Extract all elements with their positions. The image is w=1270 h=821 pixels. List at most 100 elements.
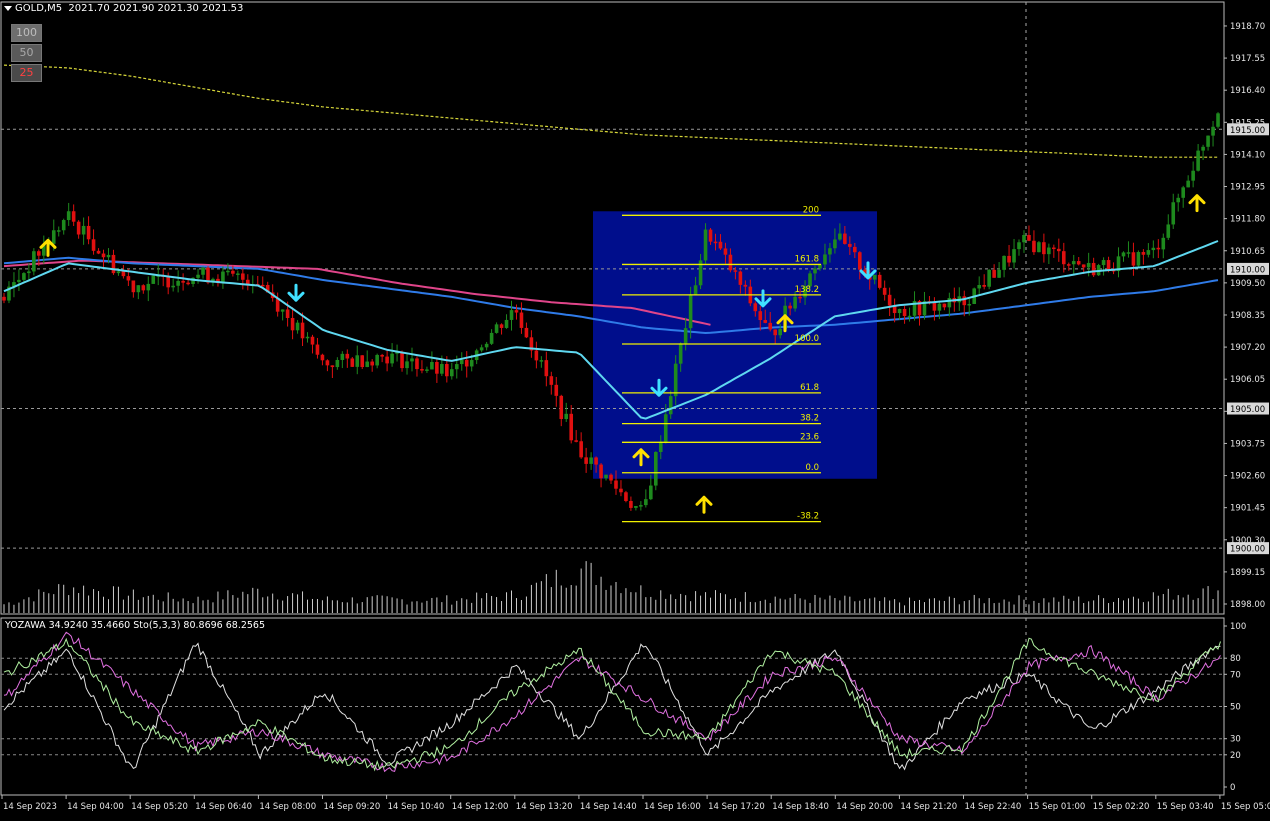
bull-candle	[1037, 242, 1041, 253]
bull-candle	[1101, 260, 1106, 266]
bear-candle	[1091, 262, 1096, 276]
ohlc-values: 2021.70 2021.90 2021.30 2021.53	[68, 3, 244, 14]
bull-candle	[1211, 126, 1215, 136]
bear-candle	[962, 296, 967, 306]
bull-candle	[1171, 202, 1176, 225]
sub-axis-label: 70	[1230, 670, 1241, 680]
fib-level-label: 38.2	[800, 414, 819, 424]
bull-candle	[226, 270, 230, 273]
price-axis-label: 1902.60	[1230, 472, 1265, 482]
bear-candle	[554, 384, 559, 396]
bull-candle	[335, 359, 340, 368]
bear-candle	[619, 488, 623, 493]
zoom-100-button[interactable]: 100	[11, 24, 42, 42]
bull-candle	[116, 271, 121, 274]
bull-candle	[136, 285, 141, 293]
bull-candle	[793, 296, 797, 309]
bull-candle	[639, 505, 643, 507]
time-axis-label: 14 Sep 18:40	[772, 802, 829, 812]
bull-candle	[151, 275, 156, 284]
symbol-timeframe: GOLD,M5	[15, 3, 63, 14]
bear-candle	[345, 353, 350, 359]
bear-candle	[186, 282, 190, 285]
bull-candle	[390, 353, 394, 364]
bear-candle	[360, 355, 365, 368]
bull-candle	[479, 347, 484, 351]
bear-candle	[300, 322, 305, 339]
bear-candle	[629, 501, 633, 508]
bear-candle	[310, 336, 315, 345]
bull-candle	[489, 332, 494, 344]
bull-candle	[663, 414, 668, 442]
bull-candle	[106, 254, 111, 258]
bear-candle	[121, 271, 126, 277]
stoch-signal-line	[3, 631, 1221, 773]
time-axis-label: 14 Sep 20:00	[836, 802, 893, 812]
bear-candle	[982, 285, 986, 287]
time-axis-label: 15 Sep 05:00	[1221, 802, 1270, 812]
bull-candle	[967, 303, 972, 306]
bear-candle	[519, 312, 524, 328]
bear-candle	[325, 360, 330, 366]
sub-axis-label: 20	[1230, 751, 1241, 761]
bear-candle	[758, 311, 763, 321]
time-axis-label: 14 Sep 09:20	[324, 802, 381, 812]
chart-header: GOLD,M5 2021.70 2021.90 2021.30 2021.53	[4, 3, 243, 14]
bear-candle	[1066, 264, 1071, 266]
bull-candle	[1196, 150, 1200, 171]
bear-candle	[549, 376, 554, 385]
chart-svg: 200161.8138.2100.061.838.223.60.0-38.219…	[0, 1, 1270, 812]
bear-candle	[569, 413, 574, 441]
bull-candle	[987, 269, 991, 287]
bull-candle	[997, 269, 1001, 278]
bear-candle	[992, 269, 996, 278]
bear-candle	[853, 246, 857, 253]
bull-candle	[897, 308, 902, 314]
bull-candle	[1151, 247, 1156, 251]
bull-candle	[907, 315, 912, 318]
time-axis-label: 15 Sep 02:20	[1093, 802, 1150, 812]
zoom-25-button[interactable]: 25	[11, 64, 42, 82]
price-axis-label: 1912.95	[1230, 183, 1265, 193]
fib-level-label: 100.0	[795, 334, 819, 344]
price-marker-label: 1905.00	[1230, 405, 1265, 415]
time-axis-label: 14 Sep 22:40	[965, 802, 1022, 812]
time-axis-label: 14 Sep 06:40	[195, 802, 252, 812]
bear-candle	[708, 229, 713, 242]
chart-area[interactable]: 200 161.8 138.2 100.0 61.8 38.2 23.6 0.0 -38.2 19…	[0, 0, 1270, 817]
bear-candle	[614, 480, 618, 489]
time-axis-label: 14 Sep 12:00	[452, 802, 509, 812]
bull-candle	[305, 336, 310, 339]
bull-candle	[61, 220, 66, 231]
fib-level-label: 23.6	[800, 432, 819, 442]
bull-candle	[1012, 249, 1016, 263]
bear-candle	[723, 248, 728, 255]
time-axis-label: 14 Sep 04:00	[67, 802, 124, 812]
price-marker-label: 1910.00	[1230, 265, 1265, 275]
bear-candle	[231, 270, 235, 274]
bull-candle	[51, 230, 56, 244]
bull-candle	[1146, 250, 1151, 255]
bull-candle	[1181, 187, 1185, 198]
bear-candle	[1052, 247, 1056, 250]
bull-candle	[1191, 170, 1195, 181]
dropdown-triangle-icon[interactable]	[4, 5, 12, 11]
indicator-header: YOZAWA 34.9240 35.4660 Sto(5,3,3) 80.869…	[5, 620, 266, 631]
bear-candle	[1042, 242, 1046, 255]
bull-candle	[838, 233, 842, 240]
bear-candle	[1007, 255, 1011, 263]
bear-candle	[1076, 261, 1081, 265]
bear-candle	[86, 225, 91, 240]
bear-candle	[285, 309, 290, 319]
sub-axis-label: 80	[1230, 654, 1241, 664]
bull-candle	[375, 354, 379, 366]
bear-candle	[350, 358, 355, 367]
bear-candle	[1156, 247, 1161, 250]
bull-candle	[1017, 242, 1021, 250]
bear-candle	[753, 303, 758, 312]
bull-candle	[589, 457, 593, 464]
bear-candle	[857, 252, 862, 270]
bear-candle	[1061, 251, 1066, 265]
price-axis-label: 1906.05	[1230, 375, 1265, 385]
zoom-50-button[interactable]: 50	[11, 44, 42, 62]
